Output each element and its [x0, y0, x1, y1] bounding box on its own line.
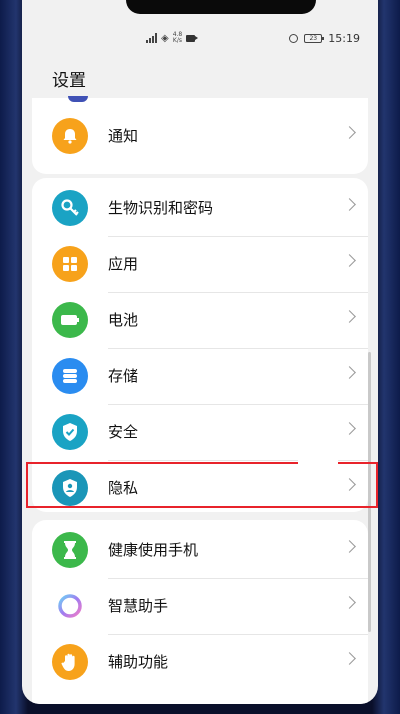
chevron-right-icon	[343, 652, 356, 665]
settings-item-battery[interactable]: 电池	[32, 292, 368, 348]
shield-check-icon	[52, 414, 88, 450]
alarm-icon	[289, 34, 299, 43]
battery-status-icon: 23	[304, 34, 325, 43]
settings-group-top: 通知	[32, 98, 368, 174]
chevron-right-icon	[343, 422, 356, 435]
key-icon	[52, 190, 88, 226]
battery-icon	[52, 302, 88, 338]
settings-item-label: 应用	[108, 255, 139, 273]
wifi-icon: ◈	[161, 32, 169, 44]
camera-notch	[126, 0, 316, 14]
settings-screen: ◈ 4.8 K/s 23 15:19 设置 通知 生物识别和密码 应用 电池 存…	[22, 0, 378, 704]
hand-icon	[52, 644, 88, 680]
chevron-right-icon	[343, 198, 356, 211]
partial-icon-above	[68, 96, 88, 102]
settings-item-notifications[interactable]: 通知	[32, 108, 368, 164]
settings-item-label: 存储	[108, 367, 139, 385]
settings-item-biometrics[interactable]: 生物识别和密码	[32, 180, 368, 236]
storage-icon	[52, 358, 88, 394]
privacy-highlight-box	[26, 462, 378, 508]
bell-icon	[52, 118, 88, 154]
status-time: 15:19	[328, 32, 360, 45]
chevron-right-icon	[343, 254, 356, 267]
settings-group-bottom: 健康使用手机 智慧助手 辅助功能	[32, 520, 368, 704]
chevron-right-icon	[343, 310, 356, 323]
settings-item-label: 健康使用手机	[108, 541, 199, 559]
signal-icon	[146, 33, 157, 43]
chevron-right-icon	[343, 540, 356, 553]
chevron-right-icon	[343, 126, 356, 139]
status-bar: ◈ 4.8 K/s 23 15:19	[22, 30, 378, 50]
settings-item-storage[interactable]: 存储	[32, 348, 368, 404]
assistant-ring-icon	[52, 588, 88, 624]
apps-grid-icon	[52, 246, 88, 282]
settings-item-security[interactable]: 安全	[32, 404, 368, 460]
page-title: 设置	[52, 71, 86, 91]
screen-record-icon	[186, 34, 199, 42]
settings-item-label: 电池	[108, 311, 139, 329]
status-left: ◈ 4.8 K/s	[146, 31, 199, 44]
settings-item-label: 通知	[108, 127, 139, 145]
chevron-right-icon	[343, 596, 356, 609]
settings-item-label: 安全	[108, 423, 139, 441]
settings-item-label: 辅助功能	[108, 653, 169, 671]
settings-item-apps[interactable]: 应用	[32, 236, 368, 292]
settings-item-label: 智慧助手	[108, 597, 169, 615]
status-right: 23 15:19	[289, 32, 360, 45]
settings-item-assistant[interactable]: 智慧助手	[32, 578, 368, 634]
chevron-right-icon	[343, 366, 356, 379]
network-speed: 4.8 K/s	[172, 31, 183, 44]
settings-item-digital-balance[interactable]: 健康使用手机	[32, 522, 368, 578]
hourglass-icon	[52, 532, 88, 568]
settings-item-accessibility[interactable]: 辅助功能	[32, 634, 368, 690]
settings-item-label: 生物识别和密码	[108, 199, 214, 217]
highlight-gap	[298, 460, 338, 466]
